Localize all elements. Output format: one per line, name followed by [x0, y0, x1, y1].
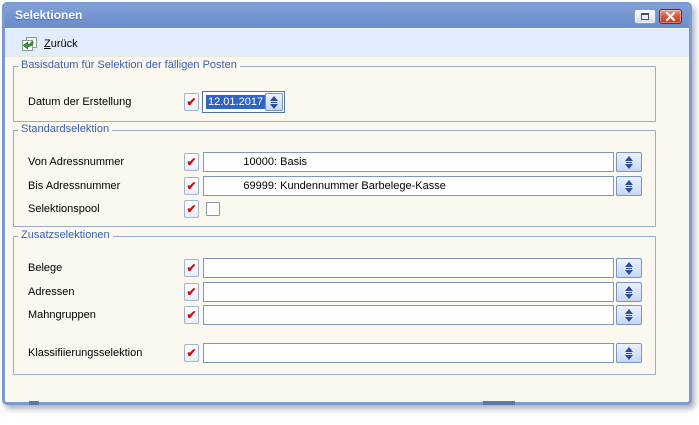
- spinner-up-icon: [625, 347, 633, 352]
- von-adressnummer-spinner-button[interactable]: [616, 152, 642, 172]
- label-klassifiierungsselektion: Klassifiierungsselektion: [28, 347, 142, 359]
- spinner-up-icon: [625, 309, 633, 314]
- selektionspool-checkbox[interactable]: [206, 202, 220, 216]
- spinner-dash: [626, 186, 632, 187]
- group-zusatzselektionen: Zusatzselektionen Belege ✔ Adressen ✔ Ma…: [13, 236, 656, 375]
- spinner-dash: [271, 102, 277, 103]
- spinner-down-icon: [625, 188, 633, 193]
- date-spinner-button[interactable]: [265, 93, 283, 111]
- spinner-dash: [626, 353, 632, 354]
- label-datum-der-erstellung: Datum der Erstellung: [28, 96, 131, 108]
- field-number: 69999: [204, 180, 274, 192]
- spinner-down-icon: [625, 317, 633, 322]
- spinner-down-icon: [270, 104, 278, 109]
- label-belege: Belege: [28, 262, 62, 274]
- adressen-field[interactable]: [203, 282, 614, 302]
- spinner-up-icon: [270, 96, 278, 101]
- background-window-fragment: [29, 401, 39, 405]
- spinner-up-icon: [625, 286, 633, 291]
- field-text: : Kundennummer Barbelege-Kasse: [274, 180, 446, 192]
- spinner-down-icon: [625, 355, 633, 360]
- close-button[interactable]: [659, 9, 682, 24]
- window-title: Selektionen: [15, 8, 82, 22]
- adressen-spinner-button[interactable]: [616, 282, 642, 302]
- group-zusatzselektionen-title: Zusatzselektionen: [18, 229, 113, 241]
- selection-active-check-icon[interactable]: ✔: [184, 344, 199, 362]
- bis-adressnummer-spinner-button[interactable]: [616, 176, 642, 196]
- toolbar: Zurück: [5, 28, 689, 57]
- selection-active-check-icon[interactable]: ✔: [184, 153, 199, 171]
- von-adressnummer-field[interactable]: 10000: Basis: [203, 152, 614, 172]
- date-input[interactable]: 12.01.2017: [202, 91, 285, 113]
- selection-active-check-icon[interactable]: ✔: [184, 306, 199, 324]
- selektionen-dialog: Selektionen Zurück Basisdatum für Selekt…: [2, 2, 692, 405]
- mahngruppen-field[interactable]: [203, 305, 614, 325]
- group-basisdatum: Basisdatum für Selektion der fälligen Po…: [13, 66, 656, 122]
- selection-active-check-icon[interactable]: ✔: [184, 93, 199, 111]
- spinner-up-icon: [625, 262, 633, 267]
- field-number: 10000: [204, 156, 274, 168]
- field-text: : Basis: [274, 156, 307, 168]
- back-icon: [21, 36, 38, 52]
- background-window-fragment: [483, 401, 515, 405]
- group-standardselektion-title: Standardselektion: [18, 123, 112, 135]
- minimize-button[interactable]: [634, 9, 656, 24]
- close-icon: [666, 12, 675, 21]
- spinner-down-icon: [625, 164, 633, 169]
- selection-active-check-icon[interactable]: ✔: [184, 177, 199, 195]
- label-bis-adressnummer: Bis Adressnummer: [28, 180, 120, 192]
- selection-active-check-icon[interactable]: ✔: [184, 283, 199, 301]
- back-button[interactable]: Zurück: [15, 33, 84, 54]
- mahngruppen-spinner-button[interactable]: [616, 305, 642, 325]
- belege-field[interactable]: [203, 258, 614, 278]
- spinner-down-icon: [625, 270, 633, 275]
- label-von-adressnummer: Von Adressnummer: [28, 156, 124, 168]
- date-value-selected: 12.01.2017: [206, 95, 265, 109]
- selection-active-check-icon[interactable]: ✔: [184, 200, 199, 218]
- klassifiierungsselektion-spinner-button[interactable]: [616, 343, 642, 363]
- group-standardselektion: Standardselektion Von Adressnummer ✔ 100…: [13, 130, 656, 227]
- spinner-dash: [626, 268, 632, 269]
- label-adressen: Adressen: [28, 286, 74, 298]
- spinner-dash: [626, 292, 632, 293]
- spinner-up-icon: [625, 180, 633, 185]
- label-selektionspool: Selektionspool: [28, 203, 100, 215]
- bis-adressnummer-field[interactable]: 69999: Kundennummer Barbelege-Kasse: [203, 176, 614, 196]
- spinner-dash: [626, 162, 632, 163]
- belege-spinner-button[interactable]: [616, 258, 642, 278]
- window-restore-icon: [641, 13, 649, 20]
- spinner-down-icon: [625, 294, 633, 299]
- spinner-up-icon: [625, 156, 633, 161]
- spinner-dash: [626, 315, 632, 316]
- klassifiierungsselektion-field[interactable]: [203, 343, 614, 363]
- group-basisdatum-title: Basisdatum für Selektion der fälligen Po…: [18, 59, 240, 71]
- selection-active-check-icon[interactable]: ✔: [184, 259, 199, 277]
- label-mahngruppen: Mahngruppen: [28, 309, 96, 321]
- back-button-label: Zurück: [44, 38, 78, 50]
- titlebar[interactable]: Selektionen: [5, 5, 689, 28]
